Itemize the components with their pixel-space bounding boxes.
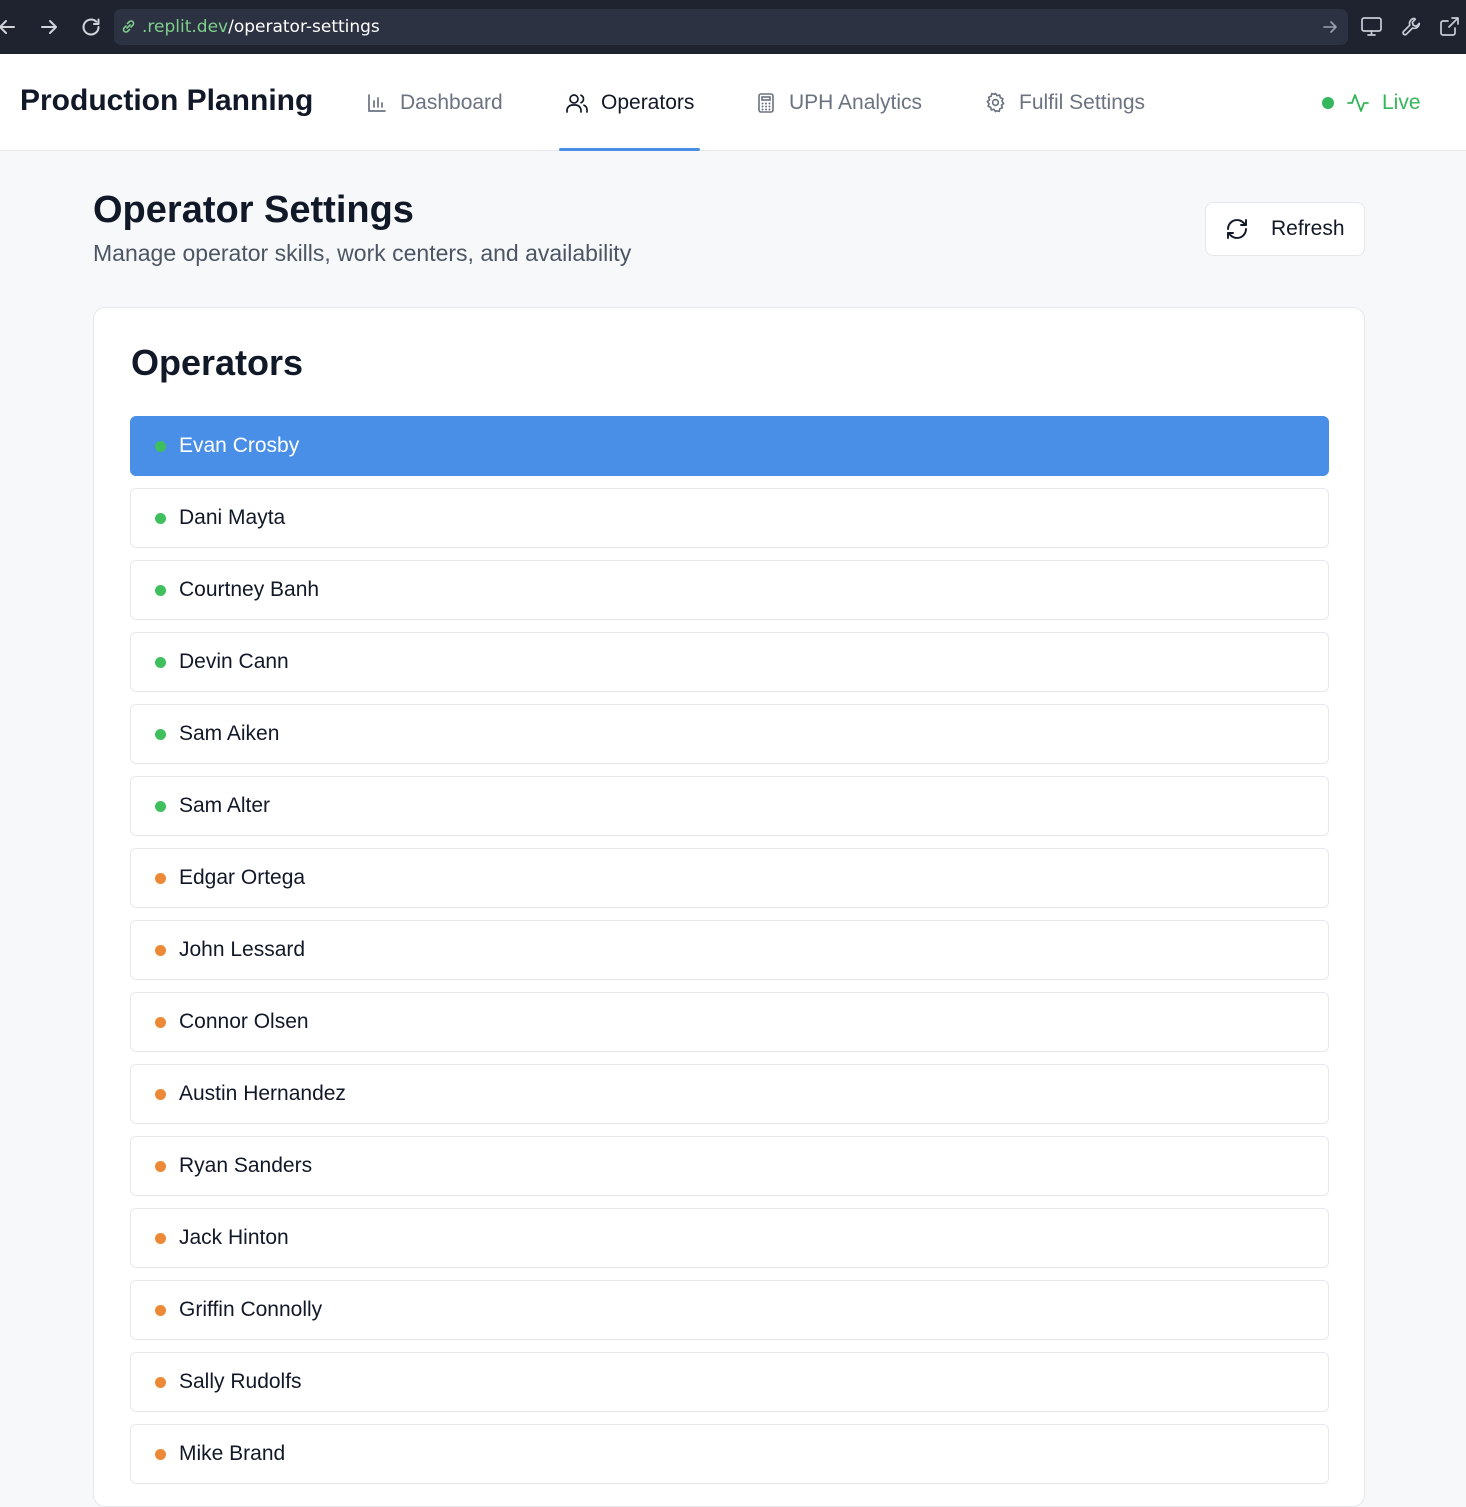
bar-chart-icon	[368, 93, 386, 112]
go-arrow-icon[interactable]	[1322, 19, 1338, 35]
browser-toolbar: .replit.dev/operator-settings	[0, 0, 1466, 54]
back-button[interactable]	[0, 12, 22, 42]
live-status: Live	[1322, 54, 1421, 151]
status-dot	[155, 1016, 166, 1028]
operator-name: Dani Mayta	[179, 506, 286, 529]
operator-name: Ryan Sanders	[179, 1154, 313, 1177]
activity-icon	[1347, 93, 1369, 112]
operator-name: Jack Hinton	[179, 1226, 289, 1249]
status-dot	[155, 800, 166, 812]
tab-label: Operators	[601, 90, 695, 114]
reload-icon	[82, 18, 100, 36]
tab-label: UPH Analytics	[789, 90, 923, 114]
operator-item[interactable]: Griffin Connolly	[130, 1280, 1329, 1340]
operator-item[interactable]: Mike Brand	[130, 1424, 1329, 1484]
status-dot	[155, 1376, 166, 1388]
operators-card: Operators Evan Crosby Dani Mayta Courtney …	[93, 307, 1365, 1507]
operator-name: Courtney Banh	[179, 578, 320, 601]
app-title: Production Planning	[20, 84, 314, 117]
operator-item[interactable]: Austin Hernandez	[130, 1064, 1329, 1124]
tab-fulfil-settings[interactable]: Fulfil Settings	[984, 54, 1145, 151]
operator-name: Sally Rudolfs	[179, 1370, 302, 1393]
status-dot	[155, 1448, 166, 1460]
operator-name: Griffin Connolly	[179, 1298, 323, 1321]
operator-item[interactable]: Sam Aiken	[130, 704, 1329, 764]
page-subtitle: Manage operator skills, work centers, an…	[93, 240, 632, 266]
operator-item[interactable]: Courtney Banh	[130, 560, 1329, 620]
monitor-icon[interactable]	[1360, 15, 1383, 38]
status-dot	[155, 944, 166, 956]
status-dot	[155, 656, 166, 668]
url-path: /operator-settings	[228, 17, 380, 37]
refresh-icon	[1227, 219, 1247, 239]
operator-item[interactable]: Ryan Sanders	[130, 1136, 1329, 1196]
operator-item[interactable]: John Lessard	[130, 920, 1329, 980]
tab-label: Dashboard	[400, 90, 503, 114]
operator-item[interactable]: Devin Cann	[130, 632, 1329, 692]
url-bar[interactable]: .replit.dev/operator-settings	[114, 9, 1348, 45]
status-dot	[155, 1304, 166, 1316]
tab-label: Fulfil Settings	[1019, 90, 1146, 114]
wrench-icon[interactable]	[1400, 15, 1423, 38]
operator-name: Evan Crosby	[179, 434, 300, 457]
operator-name: Devin Cann	[179, 650, 289, 673]
live-dot	[1322, 96, 1334, 109]
tab-uph-analytics[interactable]: UPH Analytics	[755, 54, 922, 151]
reload-button[interactable]	[76, 12, 106, 42]
refresh-button[interactable]: Refresh	[1205, 202, 1365, 256]
page-title: Operator Settings	[93, 189, 414, 231]
operator-name: Sam Alter	[179, 794, 271, 817]
arrow-left-icon	[0, 20, 15, 34]
url-text: .replit.dev/operator-settings	[142, 17, 380, 37]
status-dot	[155, 440, 166, 452]
status-dot	[155, 728, 166, 740]
tab-dashboard[interactable]: Dashboard	[366, 54, 503, 151]
operator-item[interactable]: Connor Olsen	[130, 992, 1329, 1052]
operator-name: Sam Aiken	[179, 722, 280, 745]
status-dot	[155, 872, 166, 884]
operator-item[interactable]: Jack Hinton	[130, 1208, 1329, 1268]
calculator-icon	[758, 92, 774, 113]
status-dot	[155, 1160, 166, 1172]
arrow-right-icon	[41, 20, 57, 34]
operators-list: Evan Crosby Dani Mayta Courtney Banh Devin …	[130, 416, 1329, 1496]
operator-item[interactable]: Sam Alter	[130, 776, 1329, 836]
operator-name: Austin Hernandez	[179, 1082, 346, 1105]
operators-card-title: Operators	[131, 342, 304, 383]
status-dot	[155, 1088, 166, 1100]
operator-item[interactable]: Sally Rudolfs	[130, 1352, 1329, 1412]
live-label: Live	[1382, 90, 1421, 114]
operator-name: Connor Olsen	[179, 1010, 309, 1033]
operator-name: Edgar Ortega	[179, 866, 306, 889]
operator-item[interactable]: Dani Mayta	[130, 488, 1329, 548]
link-icon	[122, 20, 135, 33]
operator-item[interactable]: Edgar Ortega	[130, 848, 1329, 908]
status-dot	[155, 584, 166, 596]
forward-button[interactable]	[34, 12, 64, 42]
operator-item[interactable]: Evan Crosby	[130, 416, 1329, 476]
users-icon	[566, 93, 588, 113]
status-dot	[155, 1232, 166, 1244]
refresh-label: Refresh	[1271, 217, 1345, 240]
url-host: .replit.dev	[142, 17, 229, 37]
top-navbar: Production Planning Dashboard Operators …	[0, 54, 1466, 151]
external-link-icon[interactable]	[1438, 15, 1461, 38]
operator-name: Mike Brand	[179, 1442, 286, 1465]
status-dot	[155, 512, 166, 524]
gear-icon	[986, 92, 1005, 113]
operator-name: John Lessard	[179, 938, 306, 961]
tab-operators[interactable]: Operators	[558, 54, 701, 151]
